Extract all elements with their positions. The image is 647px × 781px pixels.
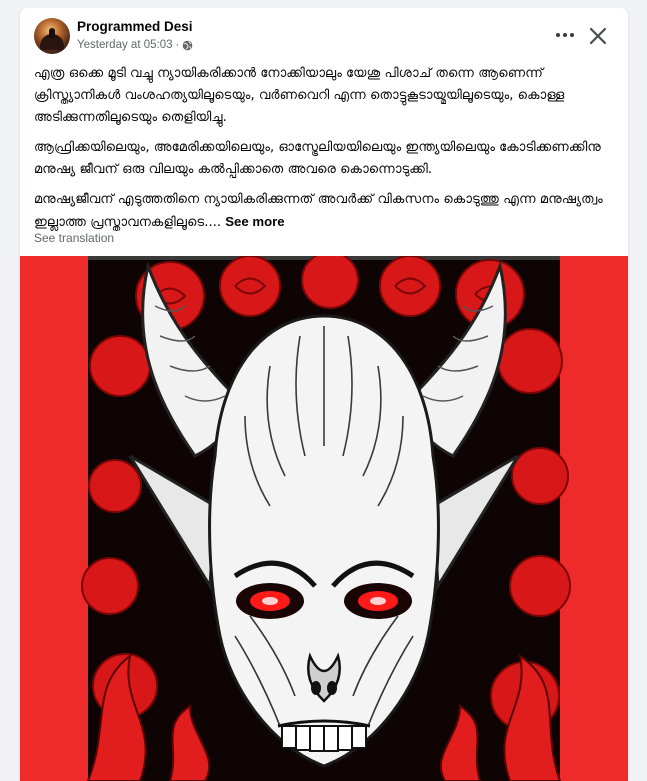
globe-icon[interactable]	[182, 40, 193, 51]
more-options-icon	[556, 33, 560, 37]
post-paragraph-3: മനുഷ്യജീവന് എടുത്തതിനെ ന്യായികരിക്കുന്നത…	[34, 189, 618, 234]
post-meta: Yesterday at 05:03 ·	[77, 39, 193, 51]
post-card: Programmed Desi Yesterday at 05:03 · എത്…	[20, 8, 628, 781]
post-paragraph-1: എത്ര ഒക്കെ മൂടി വച്ചു ന്യായികരിക്കാൻ നോക…	[34, 66, 565, 125]
post-paragraph-2: ആഫ്രിക്കയിലെയും, അമേരിക്കയിലെയും, ഓസ്ട്ര…	[34, 140, 601, 177]
post-image[interactable]	[20, 256, 628, 781]
see-translation-link[interactable]: See translation	[34, 231, 114, 245]
meta-separator: ·	[175, 39, 180, 51]
post-body: എത്ര ഒക്കെ മൂടി വച്ചു ന്യായികരിക്കാൻ നോക…	[34, 63, 618, 242]
demon-illustration	[20, 256, 628, 781]
more-options-button[interactable]	[550, 24, 580, 46]
close-icon[interactable]	[586, 24, 610, 48]
see-more-link[interactable]: See more	[225, 214, 284, 229]
author-avatar[interactable]	[34, 18, 70, 54]
post-header: Programmed Desi Yesterday at 05:03 ·	[20, 8, 628, 60]
post-paragraph-3-text: മനുഷ്യജീവന് എടുത്തതിനെ ന്യായികരിക്കുന്നത…	[34, 192, 603, 230]
post-timestamp[interactable]: Yesterday at 05:03	[77, 39, 172, 51]
author-name[interactable]: Programmed Desi	[77, 19, 193, 34]
